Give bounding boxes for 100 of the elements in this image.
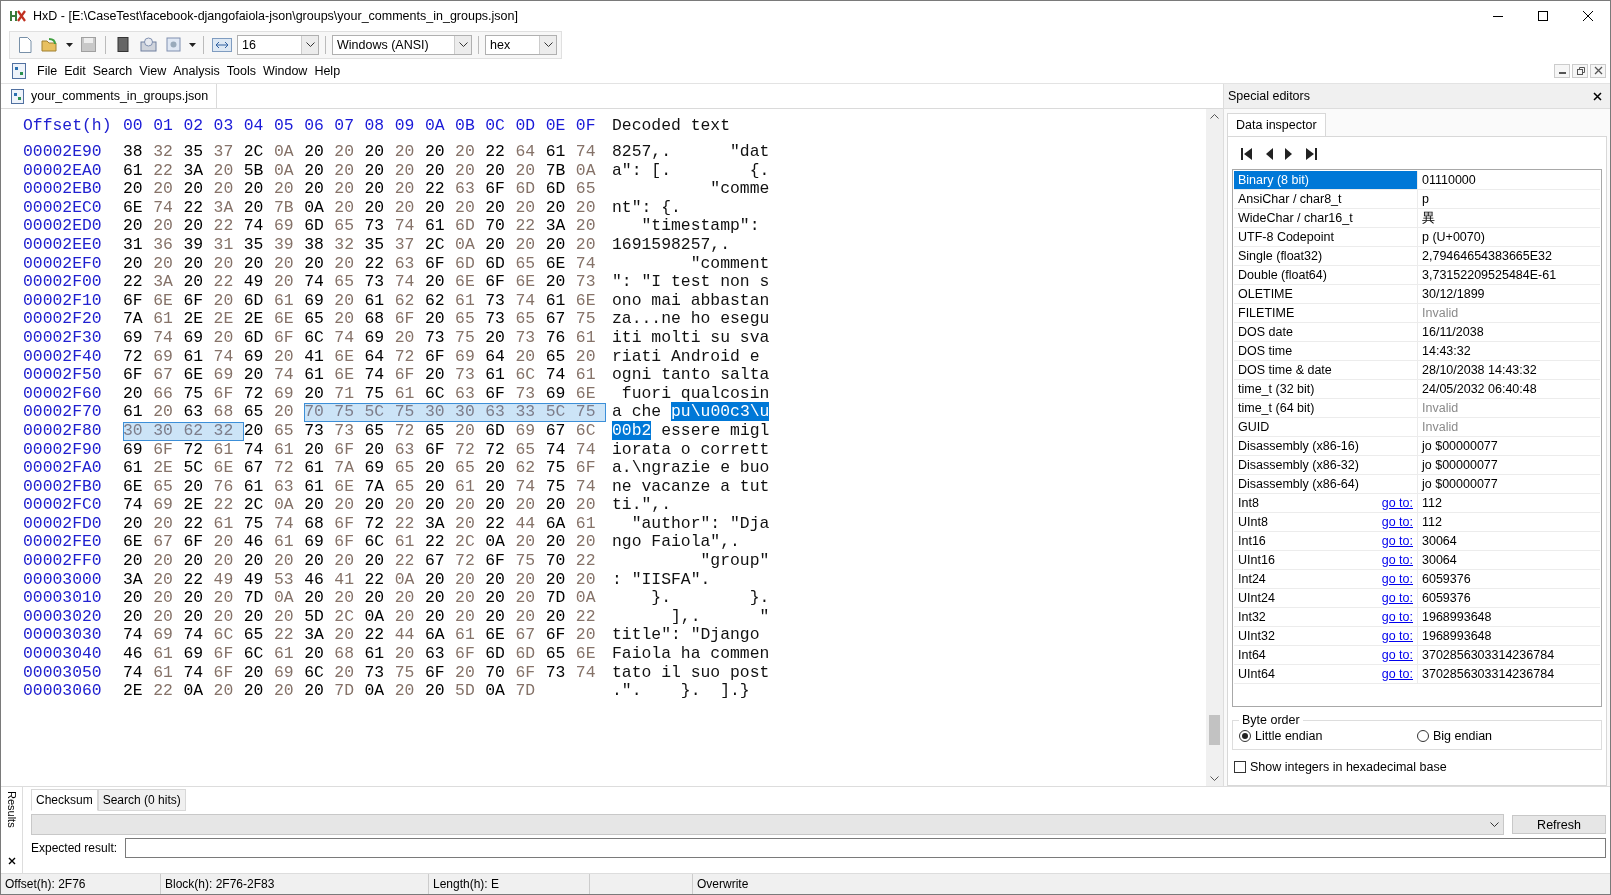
hex-byte: 20 (334, 180, 355, 199)
inspector-label[interactable]: Binary (8 bit) (1234, 171, 1418, 189)
offset-base-dropdown[interactable]: hex (485, 34, 557, 55)
hex-byte: 62 (515, 459, 537, 478)
checkbox-label[interactable]: Show integers in hexadecimal base (1250, 760, 1447, 774)
hex-byte: 2E (213, 310, 235, 329)
inspector-label[interactable]: UInt8 go to: (1234, 513, 1418, 531)
inspector-label[interactable]: time_t (32 bit) (1234, 380, 1418, 398)
go-to-link[interactable]: go to: (1381, 591, 1413, 605)
first-icon[interactable] (1240, 147, 1254, 161)
column-header: 0C (485, 115, 506, 137)
radio-label[interactable]: Little endian (1255, 729, 1323, 743)
decoded-text: iorata o corrett (612, 440, 770, 460)
inspector-label[interactable]: Single (float32) (1234, 247, 1418, 265)
radio-button[interactable] (1239, 730, 1251, 742)
hex-byte: 61 (213, 440, 235, 460)
go-to-link[interactable]: go to: (1381, 534, 1413, 548)
inspector-label[interactable]: Double (float64) (1234, 266, 1418, 284)
menu-item[interactable]: Help (311, 63, 345, 78)
restore-button[interactable] (1572, 63, 1588, 78)
scrollbar[interactable] (1206, 109, 1223, 786)
hex-byte: 74 (394, 217, 416, 236)
inspector-label[interactable]: UInt16 go to: (1234, 551, 1418, 569)
go-to-link[interactable]: go to: (1381, 629, 1413, 643)
inspector-label[interactable]: DOS time & date (1234, 361, 1418, 379)
go-to-link[interactable]: go to: (1381, 648, 1413, 662)
hex-byte: 6F (485, 384, 506, 404)
close-button[interactable] (1590, 63, 1606, 78)
menu-item[interactable]: Tools (223, 63, 260, 78)
inspector-label[interactable]: UInt24 go to: (1234, 589, 1418, 607)
menu-item[interactable]: Analysis (170, 63, 224, 78)
refresh-button[interactable]: Refresh (1512, 815, 1606, 834)
menu-item[interactable]: Search (89, 63, 137, 78)
inspector-label[interactable]: UInt64 go to: (1234, 665, 1418, 683)
hex-byte: 74 (123, 663, 144, 683)
menu-item[interactable]: File (34, 63, 62, 78)
results-tab[interactable]: Checksum (31, 789, 98, 811)
inspector-label[interactable]: Int8 go to: (1234, 494, 1418, 512)
go-to-link[interactable]: go to: (1381, 572, 1413, 586)
charset-dropdown[interactable]: Windows (ANSI) (332, 34, 472, 55)
last-icon[interactable] (1304, 147, 1318, 161)
inspector-label[interactable]: Disassembly (x86-32) (1234, 456, 1418, 474)
inspector-label[interactable]: Int64 go to: (1234, 646, 1418, 664)
inspector-label[interactable]: Int32 go to: (1234, 608, 1418, 626)
inspector-label[interactable]: Disassembly (x86-16) (1234, 437, 1418, 455)
hex-byte: 20 (394, 180, 416, 199)
field-name: UInt24 (1238, 591, 1275, 605)
hex-byte: 69 (123, 440, 144, 460)
inspector-label[interactable]: UInt32 go to: (1234, 627, 1418, 645)
hex-byte: 72 (485, 440, 506, 460)
chevron-icon (305, 41, 315, 48)
input-field[interactable] (125, 838, 1606, 858)
inspector-label[interactable]: DOS date (1234, 323, 1418, 341)
go-to-link[interactable]: go to: (1381, 553, 1413, 567)
checkbox[interactable] (1234, 761, 1246, 773)
panel-tab[interactable]: Data inspector (1227, 113, 1326, 136)
go-to-link[interactable]: go to: (1381, 610, 1413, 624)
hex-byte: 65 (575, 180, 597, 199)
hex-byte: 67 (424, 552, 446, 571)
menu-item[interactable]: View (136, 63, 171, 78)
hex-byte: 20 (243, 663, 265, 683)
hex-byte: 67 (545, 421, 567, 441)
hex-byte: 61 (273, 291, 295, 311)
menu-item[interactable]: Window (259, 63, 312, 78)
checksum-dropdown[interactable] (31, 814, 1504, 835)
hex-byte: 20 (334, 663, 355, 683)
scroll-thumb[interactable] (1209, 715, 1220, 745)
hex-byte: 22 (273, 626, 295, 646)
close-icon[interactable] (1593, 91, 1602, 101)
results-tab[interactable]: Search (0 hits) (97, 789, 186, 811)
hex-byte: 70 (545, 552, 567, 571)
previous-icon[interactable] (1264, 147, 1274, 161)
hex-byte: 65 (424, 421, 446, 441)
hex-byte: 6E (123, 533, 144, 553)
go-to-link[interactable]: go to: (1381, 667, 1413, 681)
go-to-link[interactable]: go to: (1381, 515, 1413, 529)
inspector-label[interactable]: Int24 go to: (1234, 570, 1418, 588)
go-to-link[interactable]: go to: (1381, 496, 1413, 510)
inspector-label[interactable]: DOS time (1234, 342, 1418, 360)
inspector-label[interactable]: Int16 go to: (1234, 532, 1418, 550)
inspector-label[interactable]: UTF-8 Codepoint (1234, 228, 1418, 246)
inspector-label[interactable]: GUID (1234, 418, 1418, 436)
inspector-label[interactable]: time_t (64 bit) (1234, 399, 1418, 417)
decoded-text: za...ne ho esegu (612, 310, 770, 329)
close-icon[interactable] (7, 857, 16, 865)
next-icon[interactable] (1284, 147, 1294, 161)
inspector-label[interactable]: FILETIME (1234, 304, 1418, 322)
inspector-label[interactable]: WideChar / char16_t (1234, 209, 1418, 227)
radio-button[interactable] (1417, 730, 1429, 742)
radio-label[interactable]: Big endian (1433, 729, 1493, 743)
inspector-label[interactable]: AnsiChar / char8_t (1234, 190, 1418, 208)
hex-byte: 65 (334, 217, 355, 236)
inspector-label[interactable]: Disassembly (x86-64) (1234, 475, 1418, 493)
hex-byte: 20 (545, 533, 567, 553)
hex-byte: 72 (394, 347, 416, 367)
hex-byte: 20 (273, 682, 295, 701)
minimize-button[interactable] (1554, 63, 1570, 78)
inspector-label[interactable]: OLETIME (1234, 285, 1418, 303)
menu-item[interactable]: Edit (61, 63, 90, 78)
bytes-per-row-dropdown[interactable]: 16 (237, 34, 319, 55)
